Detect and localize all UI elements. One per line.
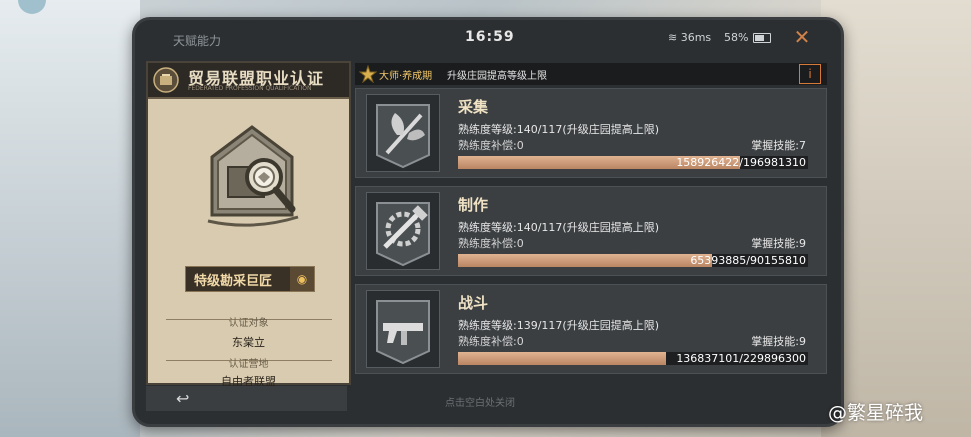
camp-label: 认证营地 [228, 359, 269, 370]
back-bar: ↩ [146, 386, 347, 411]
progress-fill [458, 352, 667, 365]
certification-subtitle: FEDERATED PROFESSION QUALIFICATION [188, 85, 312, 92]
talent-panel: 天赋能力 16:59 ≋ 36ms 58% ✕ 贸易联盟职业认证 FEDERAT… [132, 17, 844, 427]
skill-row[interactable]: 采集 熟练度等级:140/117(升级庄园提高上限) 熟练度补偿:0 掌握技能:… [355, 88, 827, 178]
skill-compensation: 熟练度补偿:0 [458, 237, 524, 250]
banner-rank: 大师·养成期 [379, 71, 433, 82]
craft-hammer-icon [366, 192, 440, 270]
progress-text: 158926422/196981310 [676, 156, 806, 169]
combat-gun-icon [366, 290, 440, 368]
close-hint[interactable]: 点击空白处关闭 [445, 394, 515, 409]
info-icon: i [808, 67, 812, 81]
skill-mastery: 掌握技能:7 [751, 139, 806, 152]
watermark: @繁星碎我 [828, 402, 924, 424]
banner-text: 升级庄园提高等级上限 [447, 71, 547, 82]
skill-name: 制作 [458, 196, 489, 214]
network-status: ≋ 36ms [668, 31, 712, 44]
back-button[interactable]: ↩ [176, 390, 204, 408]
progress-text: 65393885/90155810 [690, 254, 806, 267]
skill-compensation: 熟练度补偿:0 [458, 139, 524, 152]
certification-header: 贸易联盟职业认证 FEDERATED PROFESSION QUALIFICAT… [148, 63, 349, 99]
rank-badge: 特级勘采巨匠 ◉ [185, 266, 315, 292]
battery-level: 58% [724, 31, 749, 44]
rank-banner: 大师·养成期 升级庄园提高等级上限 i [355, 63, 827, 85]
skill-mastery: 掌握技能:9 [751, 237, 806, 250]
skill-row[interactable]: 战斗 熟练度等级:139/117(升级庄园提高上限) 熟练度补偿:0 掌握技能:… [355, 284, 827, 374]
back-icon: ↩ [176, 389, 190, 408]
eye-icon: ◉ [296, 272, 308, 286]
status-bar: 天赋能力 16:59 ≋ 36ms 58% ✕ [135, 20, 841, 56]
close-button[interactable]: ✕ [791, 26, 813, 48]
battery-icon [753, 33, 771, 43]
subject-value: 东棠立 [232, 336, 265, 349]
rank-title: 特级勘采巨匠 [194, 274, 273, 289]
skill-name: 采集 [458, 98, 489, 116]
wifi-icon: ≋ [668, 31, 681, 44]
progress-bar: 158926422/196981310 [458, 156, 808, 169]
skill-name: 战斗 [458, 294, 489, 312]
master-badge-icon [359, 65, 377, 83]
subject-label: 认证对象 [228, 318, 269, 329]
skill-level: 熟练度等级:140/117(升级庄园提高上限) [458, 221, 659, 234]
background-left [0, 0, 140, 437]
skill-compensation: 熟练度补偿:0 [458, 335, 524, 348]
eye-button[interactable]: ◉ [290, 267, 314, 291]
trade-emblem-icon [153, 67, 179, 93]
progress-fill [458, 254, 712, 267]
close-icon: ✕ [793, 25, 811, 49]
mining-seal-icon [207, 125, 299, 227]
gather-leaf-icon [366, 94, 440, 172]
skill-level: 熟练度等级:139/117(升级庄园提高上限) [458, 319, 659, 332]
skill-mastery: 掌握技能:9 [751, 335, 806, 348]
progress-text: 136837101/229896300 [676, 352, 806, 365]
progress-bar: 65393885/90155810 [458, 254, 808, 267]
info-button[interactable]: i [799, 64, 821, 84]
certification-card: 贸易联盟职业认证 FEDERATED PROFESSION QUALIFICAT… [146, 61, 351, 388]
clock: 16:59 [465, 29, 515, 45]
window-title: 天赋能力 [173, 34, 222, 48]
progress-bar: 136837101/229896300 [458, 352, 808, 365]
skill-row[interactable]: 制作 熟练度等级:140/117(升级庄园提高上限) 熟练度补偿:0 掌握技能:… [355, 186, 827, 276]
skill-level: 熟练度等级:140/117(升级庄园提高上限) [458, 123, 659, 136]
